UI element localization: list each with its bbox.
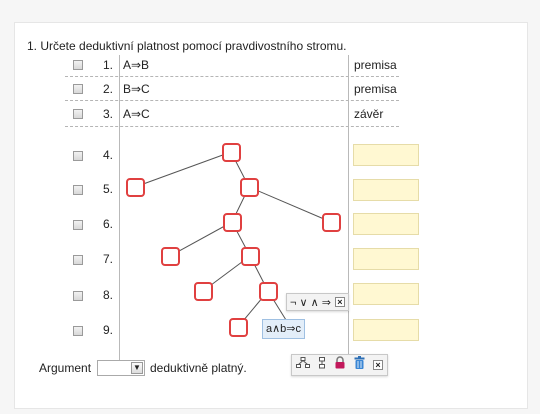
node-toolbar: × [291, 354, 388, 376]
tree-node[interactable] [241, 247, 260, 266]
argument-suffix: deduktivně platný. [150, 361, 247, 375]
close-icon[interactable]: × [373, 360, 383, 370]
connective-symbols[interactable]: ¬ ∨ ∧ ⇒ [290, 296, 331, 309]
tree-node[interactable] [161, 247, 180, 266]
formula-chip[interactable]: a∧b⇒c [262, 319, 306, 339]
tree-icon[interactable] [296, 356, 310, 374]
validity-select[interactable]: ▼ [97, 360, 145, 376]
tree-edges [134, 151, 332, 328]
tree-node[interactable] [240, 178, 259, 197]
trash-icon[interactable] [354, 356, 365, 374]
connective-toolbar: ¬ ∨ ∧ ⇒ × [286, 293, 349, 311]
argument-prefix: Argument [39, 361, 92, 375]
close-icon[interactable]: × [334, 297, 345, 307]
tree-node[interactable] [229, 318, 248, 337]
split-icon[interactable] [318, 356, 326, 374]
tree-node[interactable] [322, 213, 341, 232]
tree-node[interactable] [223, 213, 242, 232]
chevron-down-icon[interactable]: ▼ [131, 362, 143, 374]
tree-node[interactable] [126, 178, 145, 197]
tree-node[interactable] [259, 282, 278, 301]
tree-node[interactable] [194, 282, 213, 301]
lock-icon[interactable] [334, 356, 346, 374]
exercise-panel: 1. Určete deduktivní platnost pomocí pra… [14, 22, 528, 409]
tree-node[interactable] [222, 143, 241, 162]
